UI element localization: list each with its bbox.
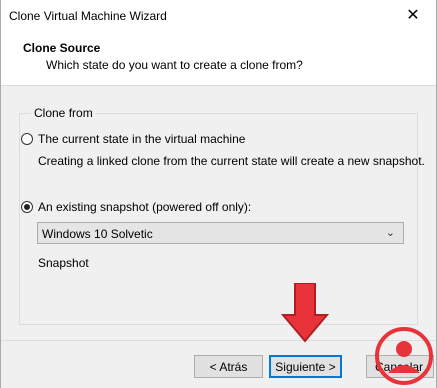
chevron-down-icon: ⌄ xyxy=(385,227,395,239)
linked-clone-description: Creating a linked clone from the current… xyxy=(38,154,425,168)
snapshot-select[interactable]: Windows 10 Solvetic ⌄ xyxy=(37,222,404,244)
clone-wizard-window: Clone Virtual Machine Wizard ✕ Clone Sou… xyxy=(0,0,437,388)
radio-button[interactable] xyxy=(21,133,33,145)
radio-current-state[interactable]: The current state in the virtual machine xyxy=(21,132,245,146)
arrow-down-icon xyxy=(281,283,329,343)
radio-current-state-label: The current state in the virtual machine xyxy=(38,132,246,146)
title-bar: Clone Virtual Machine Wizard ✕ xyxy=(1,0,436,30)
footer-divider xyxy=(1,340,436,341)
snapshot-select-value: Windows 10 Solvetic xyxy=(42,227,153,241)
page-title: Clone Source xyxy=(23,41,101,55)
close-icon[interactable]: ✕ xyxy=(390,0,436,30)
radio-existing-snapshot-label: An existing snapshot (powered off only): xyxy=(38,200,252,214)
clone-from-label: Clone from xyxy=(31,106,96,120)
page-subtitle: Which state do you want to create a clon… xyxy=(46,58,303,72)
radio-existing-snapshot[interactable]: An existing snapshot (powered off only): xyxy=(21,200,251,214)
window-title: Clone Virtual Machine Wizard xyxy=(9,9,167,23)
wizard-header: Clone Source Which state do you want to … xyxy=(1,30,436,86)
back-button[interactable]: < Atrás xyxy=(194,355,263,378)
radio-button-selected[interactable] xyxy=(21,201,33,213)
next-button[interactable]: Siguiente > xyxy=(269,355,342,378)
watermark-logo-icon xyxy=(375,327,433,385)
snapshot-label: Snapshot xyxy=(38,256,89,270)
